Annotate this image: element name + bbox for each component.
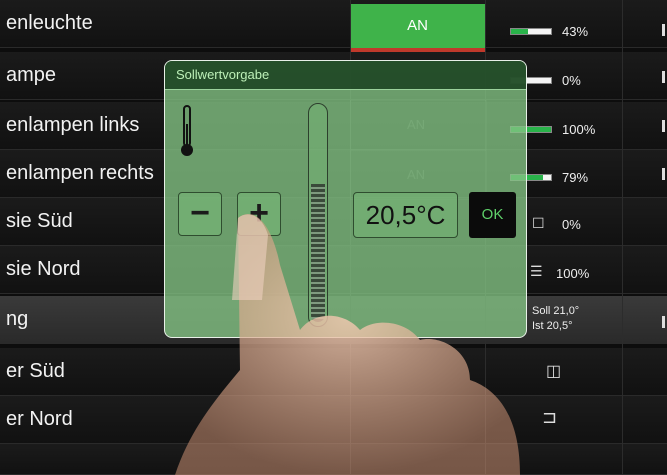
door-icon: ⊐ <box>542 407 558 427</box>
row-label: enlampen links <box>6 114 140 136</box>
brightness-percent: 0% <box>562 73 581 88</box>
plus-icon: + <box>249 194 269 232</box>
list-item[interactable]: er Süd ◫ <box>0 348 667 396</box>
window-icon: ◫ <box>546 363 562 380</box>
minus-icon: − <box>190 194 210 232</box>
row-label: er Süd <box>6 360 65 382</box>
brightness-percent: 43% <box>562 24 589 39</box>
row-label: enlampen rechts <box>6 162 154 184</box>
row-label: sie Nord <box>6 258 81 280</box>
row-label: er Nord <box>6 408 73 430</box>
dialog-title: Sollwertvorgabe <box>176 67 270 82</box>
ist-value: Ist 20,5° <box>532 320 573 332</box>
setpoint-slider[interactable] <box>308 103 328 327</box>
row-label: enleuchte <box>6 12 93 34</box>
on-button[interactable]: AN <box>350 4 485 48</box>
setpoint-dialog: Sollwertvorgabe − + 20,5°C OK <box>164 60 527 338</box>
brightness-bar <box>510 28 552 35</box>
column-divider <box>622 0 623 475</box>
slider-fill <box>311 184 325 322</box>
brightness-percent: 79% <box>562 170 589 185</box>
row-handle[interactable] <box>662 120 665 132</box>
thermometer-icon <box>181 105 193 156</box>
list-item[interactable]: er Nord ⊐ <box>0 396 667 444</box>
checkbox-icon: ☐ <box>532 215 545 231</box>
row-handle[interactable] <box>662 168 665 180</box>
increase-button[interactable]: + <box>237 192 281 236</box>
soll-value: Soll 21,0° <box>532 305 580 317</box>
setpoint-readout: Soll 21,0° Ist 20,5° <box>532 304 579 334</box>
list-item <box>0 444 667 475</box>
blind-icon: ☰ <box>530 263 543 279</box>
list-item[interactable]: enleuchte AN 43% <box>0 0 667 52</box>
row-label: sie Süd <box>6 210 73 232</box>
temperature-display: 20,5°C <box>353 192 458 238</box>
dialog-header: Sollwertvorgabe <box>165 61 526 90</box>
position-percent: 0% <box>562 217 581 232</box>
brightness-percent: 100% <box>562 122 596 137</box>
ok-button[interactable]: OK <box>469 192 516 238</box>
row-handle[interactable] <box>662 71 665 83</box>
decrease-button[interactable]: − <box>178 192 222 236</box>
row-handle[interactable] <box>662 316 665 328</box>
row-label: ng <box>6 308 29 330</box>
row-handle[interactable] <box>662 24 665 36</box>
position-percent: 100% <box>556 266 590 281</box>
row-label: ampe <box>6 64 57 86</box>
